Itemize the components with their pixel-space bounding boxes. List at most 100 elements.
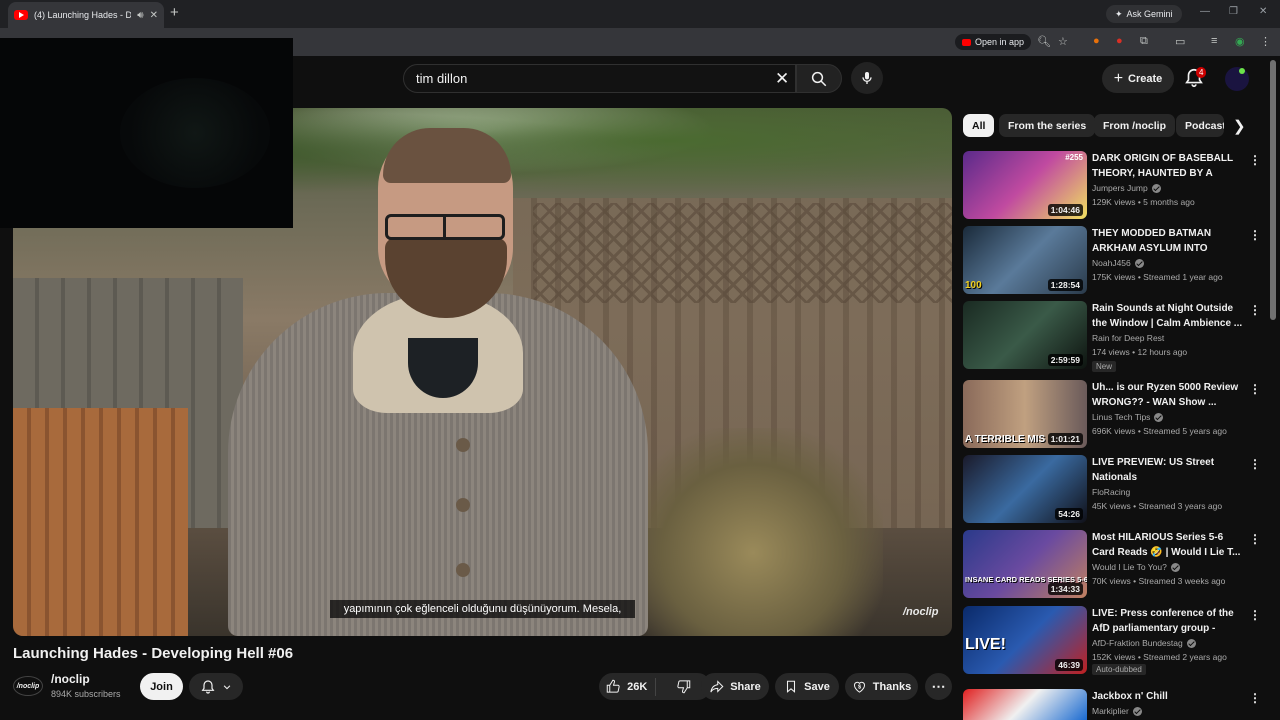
window-close-icon[interactable]: ✕ xyxy=(1259,6,1267,17)
search-input[interactable]: tim dillon xyxy=(403,64,796,93)
search-button[interactable] xyxy=(796,64,842,93)
clear-search-icon[interactable]: ✕ xyxy=(775,69,789,89)
voice-search-button[interactable] xyxy=(851,62,883,94)
video-thumbnail[interactable]: 2:59:59 xyxy=(963,301,1087,369)
verified-check-icon xyxy=(1186,638,1196,648)
subscription-notifications-button[interactable] xyxy=(189,673,243,700)
chevron-right-icon[interactable]: ❯ xyxy=(1233,117,1246,135)
recommendation-channel[interactable]: Markiplier xyxy=(1092,706,1142,716)
share-button[interactable]: Share xyxy=(701,673,769,700)
recommendation-item[interactable]: Jackbox n' Chill Markiplier ⋮ xyxy=(963,689,1263,720)
more-vertical-icon[interactable]: ⋮ xyxy=(1249,691,1261,705)
join-button[interactable]: Join xyxy=(140,673,183,700)
recommendation-title[interactable]: THEY MODDED BATMAN ARKHAM ASYLUM INTO CA… xyxy=(1092,227,1244,256)
chip-all[interactable]: All xyxy=(963,114,995,137)
channel-label: Rain for Deep Rest xyxy=(1092,333,1165,343)
reading-list-icon[interactable]: ≡ xyxy=(1211,35,1217,47)
recommendation-channel[interactable]: Jumpers Jump xyxy=(1092,183,1161,193)
recommendation-item[interactable]: #255 1:04:46 DARK ORIGIN OF BASEBALL THE… xyxy=(963,151,1263,219)
chip-podcasts[interactable]: Podcasts xyxy=(1176,114,1224,137)
chip-from-noclip[interactable]: From /noclip xyxy=(1094,114,1175,137)
recommendation-channel[interactable]: Rain for Deep Rest xyxy=(1092,333,1164,343)
minimize-icon[interactable]: — xyxy=(1200,6,1210,17)
extension-badge-icon[interactable]: ● xyxy=(1116,35,1123,47)
more-vertical-icon[interactable]: ⋮ xyxy=(1249,153,1261,167)
account-avatar[interactable] xyxy=(1225,67,1249,91)
thanks-button[interactable]: $ Thanks xyxy=(845,673,918,700)
zoom-icon[interactable]: 🔍︎ xyxy=(1037,35,1051,48)
recommendation-channel[interactable]: NoahJ456 xyxy=(1092,258,1144,268)
picture-in-picture-window[interactable] xyxy=(0,38,293,228)
extensions-puzzle-icon[interactable]: ⧉ xyxy=(1140,35,1148,48)
ask-gemini-label: Ask Gemini xyxy=(1126,9,1173,19)
open-in-app-button[interactable]: Open in app xyxy=(955,34,1032,50)
recommendation-item[interactable]: 54:26 LIVE PREVIEW: US Street Nationals … xyxy=(963,455,1263,523)
profile-icon[interactable]: ◉ xyxy=(1235,35,1245,48)
recommendation-title[interactable]: Jackbox n' Chill xyxy=(1092,690,1244,705)
recommendation-channel[interactable]: AfD-Fraktion Bundestag xyxy=(1092,638,1196,648)
tab-audio-icon[interactable]: 🔊︎ xyxy=(137,10,143,21)
ask-gemini-button[interactable]: ✦ Ask Gemini xyxy=(1106,5,1182,23)
extension-icon[interactable]: ● xyxy=(1093,35,1100,47)
channel-name[interactable]: /noclip xyxy=(51,672,90,686)
share-arrow-icon xyxy=(710,680,724,693)
restore-icon[interactable]: ❐ xyxy=(1229,6,1238,17)
verified-check-icon xyxy=(1170,562,1180,572)
cast-icon[interactable]: ▭ xyxy=(1175,35,1185,48)
video-thumbnail[interactable]: #255 1:04:46 xyxy=(963,151,1087,219)
recommendation-title[interactable]: Uh... is our Ryzen 5000 Review WRONG?? -… xyxy=(1092,381,1244,410)
browser-tab[interactable]: (4) Launching Hades - Developing Hell #0… xyxy=(8,2,164,28)
more-vertical-icon[interactable]: ⋮ xyxy=(1249,382,1261,396)
recommendation-channel[interactable]: Would I Lie To You? xyxy=(1092,562,1180,572)
recommendation-item[interactable]: 100 1:28:54 THEY MODDED BATMAN ARKHAM AS… xyxy=(963,226,1263,294)
thumbnail-overlay-text: A TERRIBLE MIS xyxy=(965,434,1046,445)
recommendation-item[interactable]: LIVE! 46:39 LIVE: Press conference of th… xyxy=(963,606,1263,675)
recommendation-title[interactable]: Rain Sounds at Night Outside the Window … xyxy=(1092,302,1244,331)
recommendation-title[interactable]: Most HILARIOUS Series 5-6 Card Reads 🤣 |… xyxy=(1092,531,1244,560)
video-frame-sweater-button xyxy=(456,498,470,512)
like-count: 26K xyxy=(627,680,648,693)
recommendation-title[interactable]: DARK ORIGIN OF BASEBALL THEORY, HAUNTED … xyxy=(1092,152,1244,181)
more-vertical-icon[interactable]: ⋮ xyxy=(1249,608,1261,622)
duration-badge: 1:28:54 xyxy=(1047,279,1083,291)
bookmark-star-icon[interactable]: ☆ xyxy=(1058,35,1068,48)
page-scrollbar[interactable] xyxy=(1270,60,1276,320)
more-vertical-icon[interactable]: ⋮ xyxy=(1249,228,1261,242)
more-vertical-icon[interactable]: ⋮ xyxy=(1249,457,1261,471)
recommendation-item[interactable]: A TERRIBLE MIS 1:01:21 Uh... is our Ryze… xyxy=(963,380,1263,448)
tab-close-icon[interactable]: ✕ xyxy=(150,10,158,21)
svg-text:$: $ xyxy=(858,684,862,690)
create-button[interactable]: + Create xyxy=(1102,64,1174,93)
tab-title: (4) Launching Hades - Developing Hell #0… xyxy=(34,10,132,20)
save-button[interactable]: Save xyxy=(775,673,839,700)
episode-tag: #255 xyxy=(1065,153,1083,162)
chevron-down-icon xyxy=(223,684,231,689)
video-thumbnail[interactable]: 54:26 xyxy=(963,455,1087,523)
video-thumbnail[interactable]: A TERRIBLE MIS 1:01:21 xyxy=(963,380,1087,448)
recommendation-meta: 696K views • Streamed 5 years ago xyxy=(1092,426,1227,436)
video-caption: yapımının çok eğlenceli olduğunu düşünüy… xyxy=(330,600,635,618)
recommendation-title[interactable]: LIVE: Press conference of the AfD parlia… xyxy=(1092,607,1244,636)
recommendation-meta: 129K views • 5 months ago xyxy=(1092,197,1195,207)
recommendation-item[interactable]: 2:59:59 Rain Sounds at Night Outside the… xyxy=(963,301,1263,372)
channel-avatar[interactable]: /noclip xyxy=(13,676,43,696)
recommendation-channel[interactable]: Linus Tech Tips xyxy=(1092,412,1164,422)
like-button[interactable]: 26K xyxy=(599,673,655,700)
recommendation-item[interactable]: INSANE CARD READS SERIES 5-6 1:34:33 Mos… xyxy=(963,530,1263,598)
chip-from-the-series[interactable]: From the series xyxy=(999,114,1096,137)
more-actions-button[interactable]: ⋯ xyxy=(925,673,952,700)
more-vertical-icon[interactable]: ⋮ xyxy=(1249,303,1261,317)
video-thumbnail[interactable]: 100 1:28:54 xyxy=(963,226,1087,294)
new-tab-icon[interactable]: + xyxy=(170,4,179,21)
more-vertical-icon[interactable]: ⋮ xyxy=(1249,532,1261,546)
thumbs-up-icon xyxy=(606,679,620,693)
recommendation-title[interactable]: LIVE PREVIEW: US Street Nationals xyxy=(1092,456,1244,485)
video-thumbnail[interactable]: LIVE! 46:39 xyxy=(963,606,1087,674)
video-thumbnail[interactable] xyxy=(963,689,1087,720)
recommendation-channel[interactable]: FloRacing xyxy=(1092,487,1130,497)
youtube-app-icon xyxy=(962,38,971,46)
video-thumbnail[interactable]: INSANE CARD READS SERIES 5-6 1:34:33 xyxy=(963,530,1087,598)
thumbs-down-icon xyxy=(677,680,690,694)
chrome-menu-icon[interactable]: ⋮ xyxy=(1260,35,1271,48)
duration-badge: 1:01:21 xyxy=(1047,433,1083,445)
